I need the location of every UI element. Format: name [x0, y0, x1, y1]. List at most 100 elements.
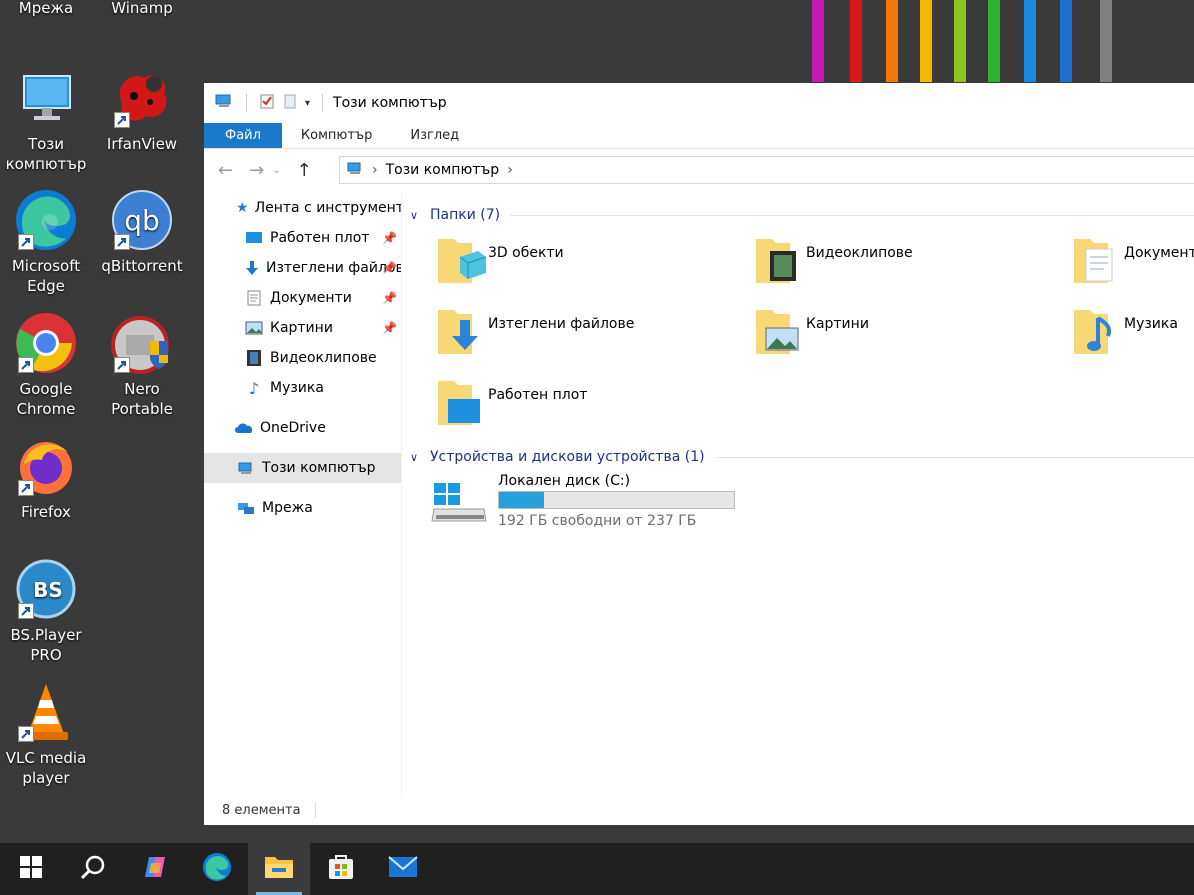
wallpaper-stripe [886, 0, 898, 82]
qbittorrent-icon: qb [110, 188, 174, 252]
ribbon-tabs: Файл Компютър Изглед [204, 123, 1194, 149]
folder-desktop[interactable]: Работен плот [432, 375, 732, 441]
documents-folder-icon [1068, 233, 1124, 289]
search-icon [79, 853, 107, 885]
properties-icon[interactable] [259, 93, 275, 113]
sidebar-item-this-pc[interactable]: Този компютър [204, 453, 401, 483]
wallpaper-stripe [1060, 0, 1072, 82]
folder-3d-objects[interactable]: 3D обекти [432, 233, 732, 299]
sidebar-item-quick-access[interactable]: ★ Лента с инструменти [204, 193, 401, 223]
sidebar-item-label: Картини [270, 320, 333, 336]
tab-computer[interactable]: Компютър [282, 123, 391, 148]
file-explorer-taskbar-button[interactable] [248, 843, 310, 895]
copilot-icon [141, 853, 169, 885]
pictures-folder-icon [750, 304, 806, 360]
start-icon [20, 856, 42, 882]
navigation-pane: ★ Лента с инструменти Работен плот 📌 Изт… [204, 193, 402, 797]
desktop-icon-network[interactable]: Мрежа [0, 0, 92, 18]
bsplayer-icon: BS [14, 557, 78, 621]
desktop-icon-this-pc[interactable]: Този компютър [0, 66, 92, 174]
drive-free-space: 192 ГБ свободни от 237 ГБ [498, 513, 697, 529]
customize-toolbar-icon[interactable]: ▾ [305, 98, 310, 109]
sidebar-item-documents[interactable]: Документи 📌 [204, 283, 401, 313]
new-folder-icon[interactable] [283, 93, 297, 113]
tab-view[interactable]: Изглед [391, 123, 478, 148]
address-bar[interactable]: › Този компютър › [339, 156, 1194, 184]
sidebar-item-onedrive[interactable]: OneDrive [204, 413, 401, 443]
edge-icon [14, 188, 78, 252]
folder-music[interactable]: Музика [1068, 304, 1194, 370]
shortcut-arrow-icon [18, 726, 34, 742]
pin-icon[interactable]: 📌 [382, 291, 397, 305]
nero-icon [110, 311, 174, 375]
sidebar-item-music[interactable]: ♪ Музика [204, 373, 401, 403]
desktop-icon-firefox[interactable]: Firefox [0, 434, 92, 522]
tab-file[interactable]: Файл [204, 123, 282, 148]
sidebar-item-label: Видеоклипове [270, 350, 377, 366]
sidebar-item-label: OneDrive [260, 420, 326, 436]
desktop-icon-irfanview[interactable]: IrfanView [96, 66, 188, 154]
folder-label: 3D обекти [488, 245, 564, 261]
store-taskbar-button[interactable] [310, 843, 372, 895]
mail-taskbar-button[interactable] [372, 843, 434, 895]
picture-icon [244, 318, 264, 338]
breadcrumb-chevron-icon[interactable]: › [372, 162, 378, 178]
folders-group-header[interactable]: ∨ Папки (7) [410, 203, 1194, 227]
group-title: Устройства и дискови устройства (1) [430, 449, 705, 465]
firefox-icon [14, 434, 78, 498]
back-arrow-icon[interactable]: ← [218, 160, 233, 181]
star-icon: ★ [236, 200, 249, 216]
sidebar-item-label: Изтеглени файлове [266, 260, 401, 276]
desktop-icon-label: Мрежа [18, 0, 74, 17]
desktop-icon-label: qBittorrent [101, 257, 183, 275]
folder-label: Изтеглени файлове [488, 316, 635, 332]
pin-icon[interactable]: 📌 [382, 321, 397, 335]
folder-label: Документи [1124, 245, 1194, 261]
breadcrumb-chevron-icon[interactable]: › [507, 162, 513, 178]
recent-locations-icon[interactable]: ⌄ [272, 165, 280, 176]
item-count: 8 елемента [222, 802, 301, 818]
shortcut-arrow-icon [114, 234, 130, 250]
file-explorer-window: ▾ Този компютър Файл Компютър Изглед ← →… [204, 83, 1194, 825]
store-icon [327, 853, 355, 885]
folder-documents[interactable]: Документи [1068, 233, 1194, 299]
desktop-icon-chrome[interactable]: Google Chrome [0, 311, 92, 419]
desktop-icon-qbittorrent[interactable]: qb qBittorrent [96, 188, 188, 276]
sidebar-item-downloads[interactable]: Изтеглени файлове 📌 [204, 253, 401, 283]
pin-icon[interactable]: 📌 [382, 261, 397, 275]
drives-group-header[interactable]: ∨ Устройства и дискови устройства (1) [410, 445, 1194, 469]
folder-label: Музика [1124, 316, 1178, 332]
desktop-icon-vlc[interactable]: VLC media player [0, 680, 92, 788]
copilot-button[interactable] [124, 843, 186, 895]
computer-icon[interactable] [214, 93, 234, 113]
pin-icon[interactable]: 📌 [382, 231, 397, 245]
sidebar-item-desktop[interactable]: Работен плот 📌 [204, 223, 401, 253]
search-button[interactable] [62, 843, 124, 895]
chrome-icon [14, 311, 78, 375]
folder-pictures[interactable]: Картини [750, 304, 1050, 370]
document-icon [244, 288, 264, 308]
folder-downloads[interactable]: Изтеглени файлове [432, 304, 732, 370]
drive-label: Локален диск (C:) [498, 473, 631, 489]
desktop-icon-bsplayer[interactable]: BS BS.Player PRO [0, 557, 92, 665]
forward-arrow-icon[interactable]: → [249, 160, 264, 181]
breadcrumb-this-pc[interactable]: Този компютър [386, 162, 500, 178]
sidebar-item-videos[interactable]: Видеоклипове [204, 343, 401, 373]
sidebar-item-pictures[interactable]: Картини 📌 [204, 313, 401, 343]
up-arrow-icon[interactable]: ↑ [297, 160, 312, 181]
drive-local-c[interactable]: Локален диск (C:) 192 ГБ свободни от 237… [430, 473, 750, 535]
sidebar-item-network[interactable]: Мрежа [204, 493, 401, 523]
desktop-icon-winamp[interactable]: Winamp [96, 0, 188, 18]
svg-text:BS: BS [33, 578, 63, 602]
status-bar: 8 елемента [204, 795, 1194, 825]
group-title: Папки (7) [430, 207, 501, 223]
folder-videos[interactable]: Видеоклипове [750, 233, 1050, 299]
desktop-icon-edge[interactable]: Microsoft Edge [0, 188, 92, 296]
desktop-icon-label: IrfanView [106, 135, 178, 153]
start-button[interactable] [0, 843, 62, 895]
videos-folder-icon [750, 233, 806, 289]
drive-usage-bar [498, 491, 735, 509]
3d-objects-folder-icon [432, 233, 488, 289]
desktop-icon-nero[interactable]: Nero Portable [96, 311, 188, 419]
edge-taskbar-button[interactable] [186, 843, 248, 895]
